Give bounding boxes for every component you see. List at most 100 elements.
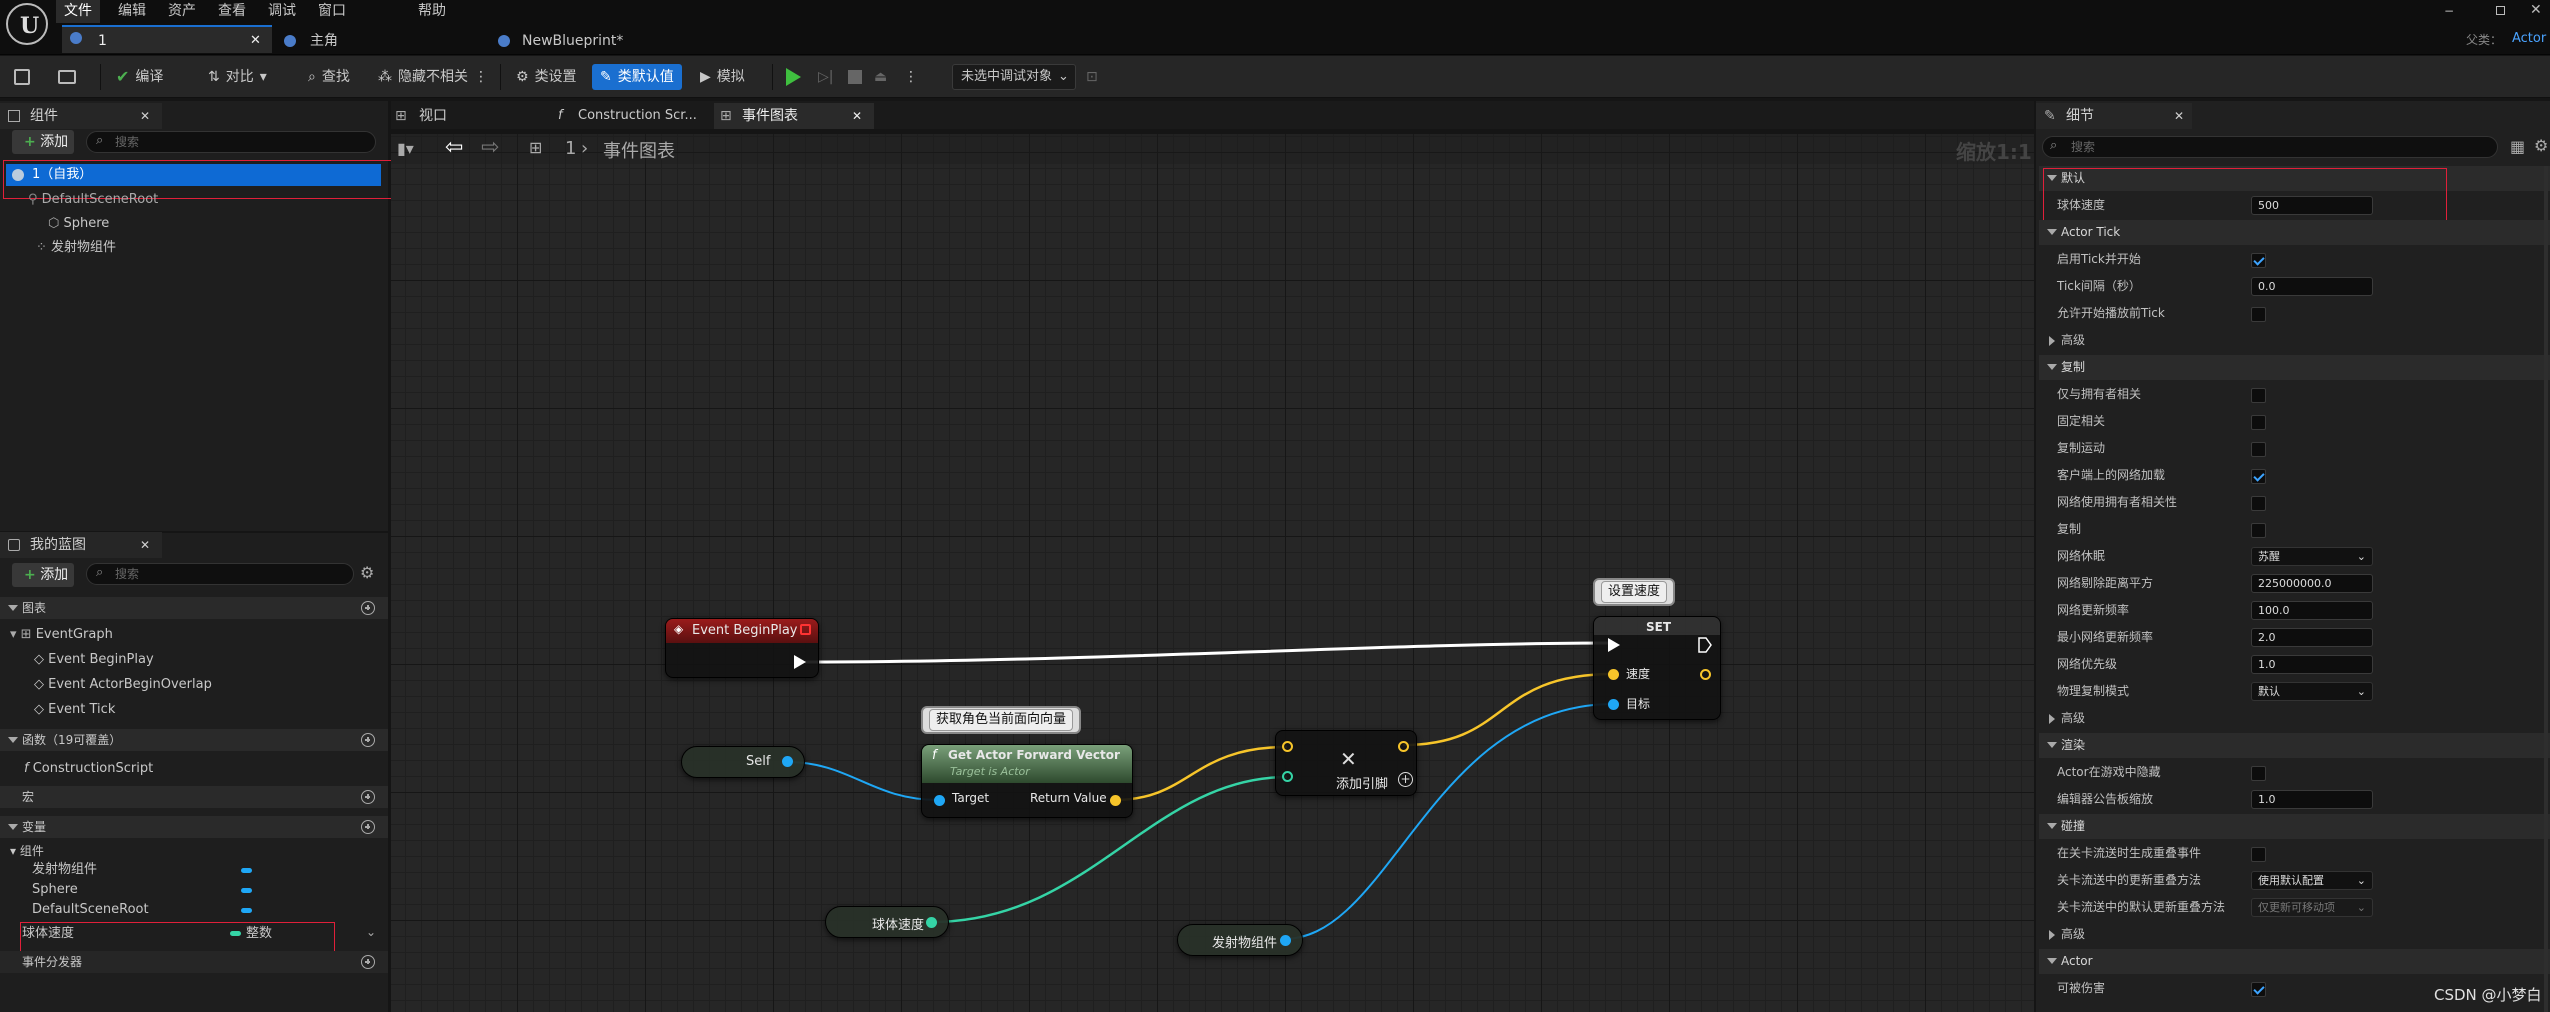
doc-tab-1[interactable]: 1 ✕ bbox=[62, 25, 272, 53]
advanced-toggle-tick[interactable]: 高级 bbox=[2039, 328, 2550, 353]
settings-gear-icon[interactable]: ⚙ bbox=[360, 563, 374, 582]
node-event-beginplay[interactable]: ◈ Event BeginPlay bbox=[665, 618, 819, 678]
add-pin-plus-icon[interactable]: + bbox=[1398, 772, 1413, 787]
target-in-pin[interactable] bbox=[934, 795, 945, 806]
dormancy-select[interactable]: 苏醒 ⌄ bbox=[2251, 547, 2373, 566]
my-blueprint-tab[interactable]: 我的蓝图 ✕ bbox=[0, 532, 162, 558]
components-tab[interactable]: 组件 ✕ bbox=[0, 103, 162, 129]
close-tab-icon[interactable]: ✕ bbox=[852, 103, 862, 129]
category-actor-tick[interactable]: Actor Tick bbox=[2039, 220, 2550, 245]
my-blueprint-add-button[interactable]: + 添加 bbox=[12, 563, 74, 587]
close-tab-icon[interactable]: ✕ bbox=[2174, 103, 2184, 129]
add-graph-icon[interactable] bbox=[361, 601, 375, 615]
category-actor[interactable]: Actor bbox=[2039, 949, 2550, 974]
restore-button[interactable] bbox=[2494, 4, 2508, 18]
event-item-actorbeginoverlap[interactable]: ◇ Event ActorBeginOverlap bbox=[34, 674, 212, 696]
always-relevant-checkbox[interactable] bbox=[2251, 415, 2266, 430]
play-options-button[interactable]: ⋮ bbox=[904, 64, 918, 90]
details-scrollbar[interactable] bbox=[2544, 166, 2548, 1012]
delegate-pin[interactable] bbox=[800, 624, 811, 635]
variable-item-sphere[interactable]: Sphere bbox=[32, 879, 78, 901]
my-blueprint-search-input[interactable]: 搜索 bbox=[86, 563, 354, 585]
simulate-button[interactable]: ▶︎ 模拟 bbox=[692, 64, 753, 90]
menu-assets[interactable]: 资产 bbox=[160, 0, 204, 23]
hidden-in-game-checkbox[interactable] bbox=[2251, 766, 2266, 781]
close-window-button[interactable]: ✕ bbox=[2530, 2, 2542, 18]
component-item-sphere[interactable]: ⬡ Sphere bbox=[48, 213, 109, 235]
net-use-owner-checkbox[interactable] bbox=[2251, 496, 2266, 511]
node-get-actor-forward-vector[interactable]: f Get Actor Forward Vector Target is Act… bbox=[921, 744, 1133, 818]
class-defaults-button[interactable]: ✎ 类默认值 bbox=[592, 64, 682, 90]
close-tab-icon[interactable]: ✕ bbox=[140, 532, 150, 558]
advanced-toggle-replication[interactable]: 高级 bbox=[2039, 706, 2550, 731]
category-collision[interactable]: 碰撞 bbox=[2039, 814, 2550, 839]
compile-button[interactable]: ✔ 编译 bbox=[108, 64, 171, 90]
tick-interval-input[interactable]: 0.0 bbox=[2251, 277, 2373, 296]
menu-help[interactable]: 帮助 bbox=[410, 0, 454, 23]
event-item-beginplay[interactable]: ◇ Event BeginPlay bbox=[34, 649, 154, 671]
variable-item-defaultsceneroot[interactable]: DefaultSceneRoot bbox=[32, 899, 149, 921]
cull-distance-input[interactable]: 225000000.0 bbox=[2251, 574, 2373, 593]
parent-class-link[interactable]: Actor bbox=[2512, 31, 2546, 46]
speed-out-pin[interactable] bbox=[926, 917, 937, 928]
details-search-input[interactable]: 搜索 bbox=[2042, 136, 2498, 158]
update-frequency-input[interactable]: 100.0 bbox=[2251, 601, 2373, 620]
level-overlap-select[interactable]: 使用默认配置 ⌄ bbox=[2251, 871, 2373, 890]
add-function-icon[interactable] bbox=[361, 733, 375, 747]
category-replication[interactable]: 复制 bbox=[2039, 355, 2550, 380]
comment-forward-vector[interactable]: 获取角色当前面向向量 bbox=[921, 706, 1082, 734]
add-output-pin[interactable] bbox=[1398, 741, 1409, 752]
stop-button[interactable] bbox=[848, 64, 862, 90]
close-tab-icon[interactable]: ✕ bbox=[250, 27, 261, 55]
components-search-input[interactable]: 搜索 bbox=[86, 131, 376, 153]
menu-debug[interactable]: 调试 bbox=[260, 0, 304, 23]
variable-item-projectile[interactable]: 发射物组件 bbox=[32, 859, 97, 881]
step-button[interactable]: ▷| bbox=[818, 64, 833, 90]
return-value-pin[interactable] bbox=[1110, 795, 1121, 806]
minimize-button[interactable]: − bbox=[2444, 4, 2458, 18]
section-macros[interactable]: 宏 bbox=[0, 786, 388, 808]
generate-overlap-checkbox[interactable] bbox=[2251, 847, 2266, 862]
hide-unrelated-button[interactable]: ⁂ 隐藏不相关 ⋮ bbox=[370, 64, 496, 90]
details-tab[interactable]: ✎ 细节 ✕ bbox=[2036, 103, 2192, 129]
menu-edit[interactable]: 编辑 bbox=[110, 0, 154, 23]
table-view-icon[interactable]: ▦ bbox=[2510, 137, 2525, 156]
class-settings-button[interactable]: ⚙ 类设置 bbox=[508, 64, 585, 90]
doc-tab-character[interactable]: 主角 bbox=[280, 27, 480, 55]
self-out-pin[interactable] bbox=[782, 756, 793, 767]
menu-view[interactable]: 查看 bbox=[210, 0, 254, 23]
min-update-frequency-input[interactable]: 2.0 bbox=[2251, 628, 2373, 647]
tab-viewport[interactable]: ⊞ 视口 bbox=[393, 103, 543, 129]
debug-target-select[interactable]: 未选中调试对象 ⌄ bbox=[952, 64, 1076, 90]
component-item-defaultsceneroot[interactable]: ⚲ DefaultSceneRoot bbox=[28, 189, 158, 211]
menu-window[interactable]: 窗口 bbox=[310, 0, 354, 23]
section-graphs[interactable]: 图表 bbox=[0, 597, 388, 619]
components-add-button[interactable]: + 添加 bbox=[12, 130, 74, 154]
unreal-logo-icon[interactable]: U bbox=[6, 3, 48, 45]
can-be-damaged-checkbox[interactable] bbox=[2251, 982, 2266, 997]
billboard-scale-input[interactable]: 1.0 bbox=[2251, 790, 2373, 809]
debug-filter-icon[interactable]: ⊡ bbox=[1086, 64, 1098, 90]
play-button[interactable] bbox=[786, 64, 801, 90]
add-input-a-pin[interactable] bbox=[1282, 741, 1293, 752]
net-priority-input[interactable]: 1.0 bbox=[2251, 655, 2373, 674]
node-get-sphere-speed[interactable]: 球体速度 bbox=[825, 906, 949, 938]
tick-before-begin-checkbox[interactable] bbox=[2251, 307, 2266, 322]
event-item-tick[interactable]: ◇ Event Tick bbox=[34, 699, 115, 721]
tick-start-checkbox[interactable] bbox=[2251, 253, 2266, 268]
node-set[interactable]: SET 速度 目标 bbox=[1593, 616, 1721, 720]
function-item-construction[interactable]: f ConstructionScript bbox=[24, 758, 153, 780]
speed-out-pin[interactable] bbox=[1700, 669, 1711, 680]
doc-tab-newblueprint[interactable]: NewBlueprint* bbox=[494, 27, 694, 55]
only-owner-checkbox[interactable] bbox=[2251, 388, 2266, 403]
menu-file[interactable]: 文件 bbox=[56, 0, 100, 23]
replicate-movement-checkbox[interactable] bbox=[2251, 442, 2266, 457]
add-macro-icon[interactable] bbox=[361, 790, 375, 804]
save-button[interactable] bbox=[14, 64, 30, 90]
tab-event-graph[interactable]: ⊞ 事件图表 ✕ bbox=[714, 103, 874, 129]
exec-out-pin[interactable] bbox=[1698, 637, 1712, 653]
speed-in-pin[interactable] bbox=[1608, 669, 1619, 680]
exec-out-pin[interactable] bbox=[794, 655, 806, 669]
target-in-pin[interactable] bbox=[1608, 699, 1619, 710]
find-button[interactable]: ⌕ 查找 bbox=[300, 64, 358, 90]
